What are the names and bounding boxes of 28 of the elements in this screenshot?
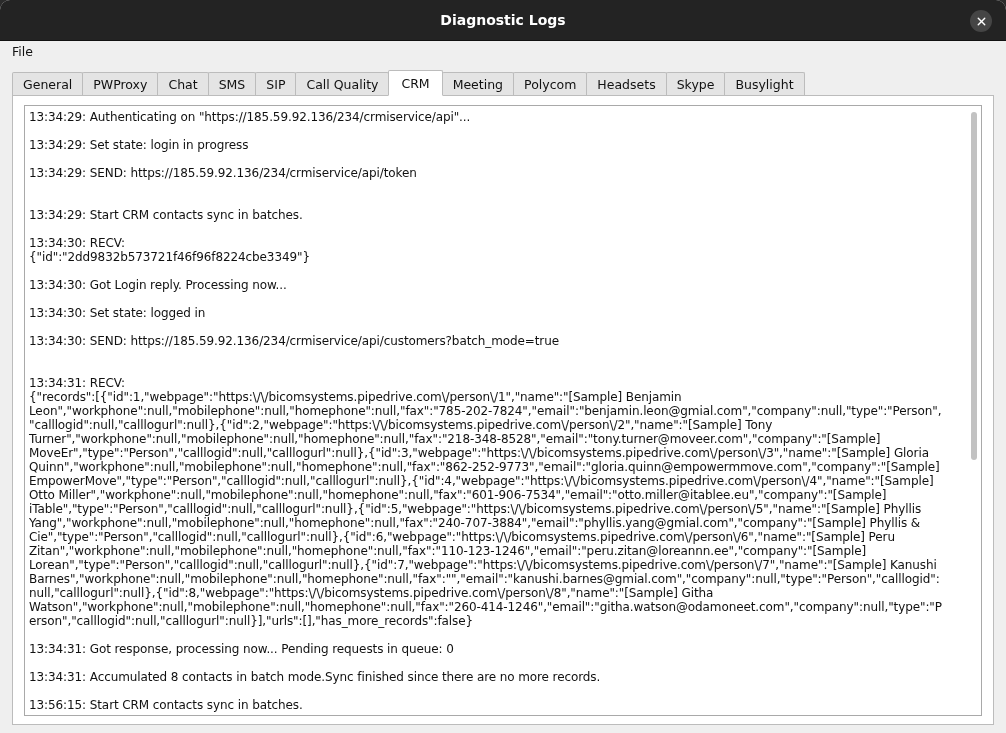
tab[interactable]: Headsets <box>586 72 667 95</box>
tab[interactable]: SMS <box>207 72 257 95</box>
log-entry: 13:34:30: Set state: logged in <box>29 306 207 320</box>
log-entry: 13:34:31: Got response, processing now... Pending requests in queue: 0 <box>29 642 455 656</box>
tab[interactable]: Polycom <box>513 72 588 95</box>
tab[interactable]: CRM <box>388 70 443 96</box>
tab[interactable]: Chat <box>157 72 209 95</box>
log-entry: 13:34:31: RECV: {"records":[{"id":1,"webpage":"https:\/\/bicomsystems.pipedrive.com\/person\/1","name":"[Sample] Benjamin Leon","workphone":null,"mobilephone":null,"homephone":null,"fax":"785-202-7824","email":"benjamin.leon@gmial.com","company":null,"type":"Person", "calllogid":null,"calllogurl":null},{"id":2,"webpage":"https:\/\/bicomsystems.pipedrive.com\/person\/2","name":"[Sample] Tony Turner","workphone":null,"mobilephone":null,"homephone":null,"fax":"218-348-8528","email":"tony.turner@moveer.com","company":"[Sample] MoveEr","type":"Person","calllogid":null,"calllogurl":null},{"id":3,"webpage":"https:\/\/bicomsystems.pipedrive.com\/person\/3","name":"[Sample] Gloria Quinn","workphone":null,"mobilephone":null,"homephone":null,"fax":"862-252-9773","email":"gloria.quinn@empowermmove.com","company":"[Sample] EmpowerMove","type":"Person","calllogid":null,"calllogurl":null},{"id":4,"webpage":"https:\/\/bicomsystems.pipedrive.com\/person\/4","name":"[Sample] Otto Miller","workphone":null,"mobilephone":null,"homephone":null,"fax":"601-906-7534","email":"otto.miller@itablee.eu","company":"[Sample] iTable","type":"Person","calllogid":null,"calllogurl":null},{"id":5,"webpage":"https:\/\/bicomsystems.pipedrive.com\/person\/5","name":"[Sample] Phyllis Yang","workphone":null,"mobilephone":null,"homephone":null,"fax":"240-707-3884","email":"phyllis.yang@gmial.com","company":"[Sample] Phyllis & Cie","type":"Person","calllogid":null,"calllogurl":null},{"id":6,"webpage":"https:\/\/bicomsystems.pipedrive.com\/person\/6","name":"[Sample] Peru Zitan","workphone":null,"mobilephone":null,"homephone":null,"fax":"110-123-1246","email":"peru.zitan@loreannn.ee","company":"[Sample] Lorean","type":"Person","calllogid":null,"calllogurl":null},{"id":7,"webpage":"https:\/\/bicomsystems.pipedrive.com\/person\/7","name":"[Sample] Kanushi Barnes","workphone":null,"mobilephone":null,"homephone":null,"fax":"","email":"kanushi.barnes@gmial.com","company":null,"type":"Person","calllogid": null,"calllogurl":null},{"id":8,"webpage":"https:\/\/bicomsystems.pipedrive.com\/person\/8","name":"[Sample] Githa Watson","workphone":null,"mobilephone":null,"homephone":null,"fax":"260-414-1246","email":"githa.watson@odamoneet.com","company":null,"type":"P erson","calllogid":null,"calllogurl":null}],"urls":[],"has_more_records":false} <box>29 376 943 628</box>
menu-item[interactable]: File <box>4 43 41 59</box>
tab[interactable]: Busylight <box>724 72 805 95</box>
window-title: Diagnostic Logs <box>440 12 566 28</box>
tab[interactable]: Call Quality <box>295 72 390 95</box>
tab[interactable]: PWProxy <box>82 72 159 95</box>
log-entry: 13:34:30: SEND: https://185.59.92.136/234/crmiservice/api/customers?batch_mode=true <box>29 334 560 348</box>
log-entry: 13:34:30: Got Login reply. Processing now... <box>29 278 288 292</box>
scrollbar-thumb[interactable] <box>971 112 977 460</box>
tab[interactable]: SIP <box>255 72 297 95</box>
close-button[interactable] <box>970 10 992 32</box>
log-entry: 13:34:29: Authenticating on "https://185.59.92.136/234/crmiservice/api"... <box>29 110 472 124</box>
log-entry: 13:56:15: Start CRM contacts sync in batches. <box>29 698 304 712</box>
log-entry: 13:34:29: Set state: login in progress <box>29 138 250 152</box>
log-entry: 13:34:31: Accumulated 8 contacts in batch mode.Sync finished since there are no more records. <box>29 670 602 684</box>
tab[interactable]: Skype <box>665 72 726 95</box>
tab[interactable]: General <box>12 72 84 95</box>
log-entry: 13:34:29: SEND: https://185.59.92.136/234/crmiservice/api/token <box>29 166 418 180</box>
log-entry: 13:34:30: RECV: {"id":"2dd9832b573721f46f96f8224cbe3349"} <box>29 236 311 264</box>
tab[interactable]: Meeting <box>441 72 515 95</box>
log-entry: 13:34:29: Start CRM contacts sync in batches. <box>29 208 304 222</box>
